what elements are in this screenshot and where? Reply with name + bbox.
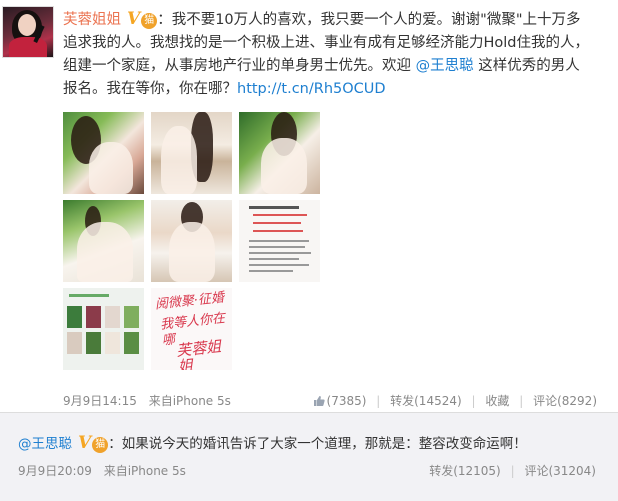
post-text-line2: 追求我的人。我想找的是一个积极上进、事业有成有足够经济能力Hold住我的人， bbox=[63, 35, 590, 51]
repost-text: @王思聪 V 猫：如果说今天的婚讯告诉了大家一个道理，那就是：整容改变命运啊！ bbox=[18, 433, 527, 454]
repost-author-link[interactable]: @王思聪 bbox=[18, 436, 72, 452]
post-text-line3b: 这样优秀的男人 bbox=[473, 58, 580, 74]
post-text: 芙蓉姐姐 V 猫：我不要10万人的喜欢，我只要一个人的爱。谢谢"微聚"上十万多 追求… bbox=[63, 8, 603, 101]
avatar[interactable] bbox=[2, 6, 54, 58]
repost-body: ：如果说今天的婚讯告诉了大家一个道理，那就是：整容改变命运啊！ bbox=[108, 436, 527, 452]
short-url-link[interactable]: http://t.cn/Rh5OCUD bbox=[237, 81, 386, 97]
post-time-link[interactable]: 9月9日14:15 bbox=[63, 394, 137, 408]
member-badge-icon: 猫 bbox=[92, 437, 109, 453]
post-text-line1: ：我不要10万人的喜欢，我只要一个人的爱。谢谢"微聚"上十万多 bbox=[157, 12, 581, 28]
mention-link[interactable]: @王思聪 bbox=[416, 58, 474, 74]
photo-thumbnail[interactable] bbox=[239, 112, 320, 194]
author-name-link[interactable]: 芙蓉姐姐 bbox=[63, 12, 121, 28]
repost-panel: @王思聪 V 猫：如果说今天的婚讯告诉了大家一个道理，那就是：整容改变命运啊！ 9月… bbox=[0, 412, 618, 501]
repost-repost-button[interactable]: 转发(12105) bbox=[429, 464, 501, 478]
verified-v-icon: V bbox=[127, 9, 141, 29]
post-meta: 9月9日14:15 来自iPhone 5s (7385) | 转发(14524)… bbox=[63, 394, 597, 408]
weibo-post: 芙蓉姐姐 V 猫：我不要10万人的喜欢，我只要一个人的爱。谢谢"微聚"上十万多 追求… bbox=[0, 0, 618, 412]
repost-meta: 9月9日20:09 来自iPhone 5s 转发(12105) | 评论(312… bbox=[18, 464, 596, 478]
verified-v-icon: V bbox=[78, 433, 92, 453]
post-text-line4: 报名。我在等你，你在哪？ bbox=[63, 81, 237, 97]
thumbs-up-icon bbox=[313, 396, 325, 406]
comment-button[interactable]: 评论(8292) bbox=[533, 394, 597, 408]
calligraphy-thumbnail[interactable]: 阅微聚·征婚 我等人你在哪 芙蓉姐姐 bbox=[151, 288, 232, 370]
photo-collage-thumbnail[interactable] bbox=[63, 288, 144, 370]
calligraphy-text: 阅微聚·征婚 bbox=[154, 290, 225, 313]
favorite-button[interactable]: 收藏 bbox=[485, 394, 509, 408]
repost-button[interactable]: 转发(14524) bbox=[390, 394, 462, 408]
like-count: (7385) bbox=[326, 394, 367, 408]
repost-source: 来自iPhone 5s bbox=[103, 464, 186, 478]
post-source: 来自iPhone 5s bbox=[148, 394, 231, 408]
like-button[interactable]: (7385) bbox=[313, 394, 371, 408]
photo-thumbnail[interactable] bbox=[151, 112, 232, 194]
photo-thumbnail[interactable] bbox=[63, 112, 144, 194]
post-text-line3: 组建一个家庭，从事房地产行业的单身男士优先。欢迎 bbox=[63, 58, 416, 74]
document-thumbnail[interactable] bbox=[239, 200, 320, 282]
member-badge-icon: 猫 bbox=[141, 13, 158, 29]
photo-thumbnail[interactable] bbox=[151, 200, 232, 282]
repost-comment-button[interactable]: 评论(31204) bbox=[524, 464, 596, 478]
repost-time-link[interactable]: 9月9日20:09 bbox=[18, 464, 92, 478]
photo-thumbnail[interactable] bbox=[63, 200, 144, 282]
calligraphy-signature: 芙蓉姐姐 bbox=[175, 337, 223, 370]
